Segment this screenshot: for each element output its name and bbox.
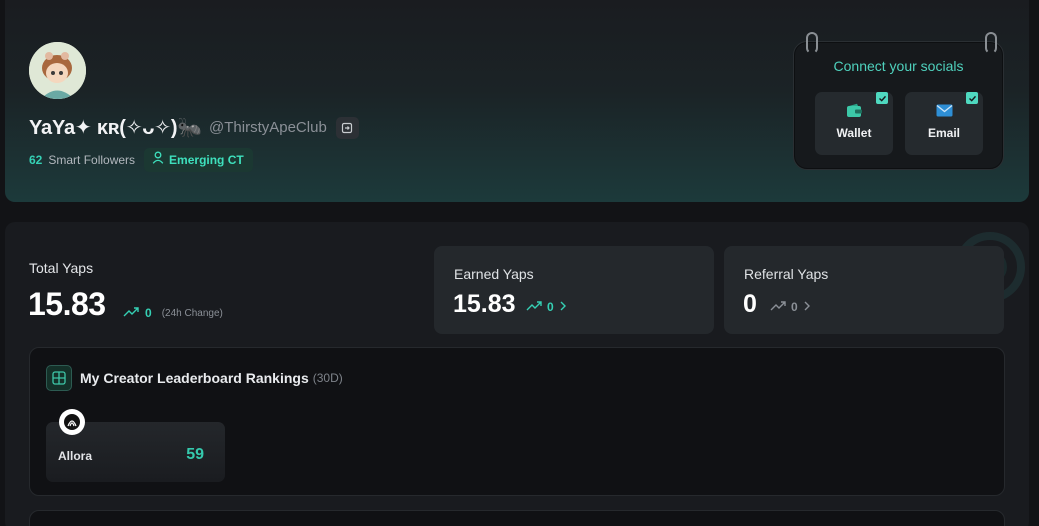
yaps-panel: Total Yaps 15.83 0 (24h Change) Earned Y… — [5, 222, 1029, 526]
trend-up-icon — [123, 304, 139, 322]
earned-yaps-value: 15.83 — [453, 290, 516, 318]
referral-yaps-value: 0 — [743, 290, 757, 318]
referral-yaps-label: Referral Yaps — [744, 266, 829, 282]
chevron-right-icon[interactable] — [803, 298, 811, 316]
socials-title: Connect your socials — [833, 58, 964, 74]
referral-change-value: 0 — [791, 300, 798, 314]
name-row: YaYa✦ ᴋʀ(✧ᴗ✧)🐜 @ThirstyApeClub — [29, 115, 359, 140]
ring-decoration — [806, 32, 818, 54]
change-value: 0 — [145, 306, 152, 320]
referral-yaps-change: 0 — [770, 298, 811, 316]
leaderboard-rankings-panel: My Creator Leaderboard Rankings (30D) Al… — [29, 347, 1005, 496]
chevron-right-icon[interactable] — [559, 298, 567, 316]
wallet-label: Wallet — [836, 126, 872, 140]
referral-yaps-card[interactable]: Referral Yaps 0 0 — [724, 246, 1004, 334]
rankings-header: My Creator Leaderboard Rankings (30D) — [46, 365, 343, 391]
wallet-icon — [846, 102, 863, 118]
badge-label: Emerging CT — [169, 153, 244, 167]
ranking-score: 59 — [186, 446, 204, 463]
total-yaps-label: Total Yaps — [29, 260, 94, 276]
rankings-title: My Creator Leaderboard Rankings — [80, 370, 309, 386]
allora-logo — [59, 409, 85, 435]
person-icon — [152, 151, 164, 169]
change-note: (24h Change) — [161, 307, 223, 319]
earned-yaps-change: 0 — [526, 298, 567, 316]
email-label: Email — [927, 126, 960, 140]
layout-grid-icon — [46, 365, 72, 391]
next-section-panel — [29, 510, 1005, 526]
display-name: YaYa✦ ᴋʀ(✧ᴗ✧)🐜 — [29, 117, 203, 139]
earned-yaps-card[interactable]: Earned Yaps 15.83 0 — [434, 246, 714, 334]
ranking-card-allora[interactable]: Allora 59 — [46, 409, 225, 482]
smart-followers-count: 62 — [29, 153, 43, 167]
stats-row: 62 Smart Followers Emerging CT — [29, 148, 253, 172]
smart-followers-label: Smart Followers — [48, 153, 136, 167]
mail-icon — [936, 102, 953, 118]
rankings-period: (30D) — [312, 371, 343, 385]
email-button[interactable]: Email — [905, 92, 983, 155]
handle[interactable]: @ThirstyApeClub — [209, 119, 327, 136]
emerging-ct-badge: Emerging CT — [144, 148, 253, 172]
trend-up-icon — [526, 298, 542, 316]
check-icon — [876, 92, 888, 104]
exit-icon[interactable] — [335, 116, 359, 139]
wallet-button[interactable]: Wallet — [815, 92, 893, 155]
avatar[interactable] — [29, 42, 86, 99]
profile-card: YaYa✦ ᴋʀ(✧ᴗ✧)🐜 @ThirstyApeClub 62 Smart … — [5, 0, 1029, 202]
connect-socials-card: Connect your socials Wallet Email — [793, 32, 1004, 170]
earned-change-value: 0 — [547, 300, 554, 314]
total-yaps-value: 15.83 — [28, 286, 106, 322]
check-icon — [966, 92, 978, 104]
ring-decoration — [985, 32, 997, 54]
ranking-name: Allora — [58, 449, 93, 463]
total-yaps-change: 0 (24h Change) — [123, 304, 223, 322]
earned-yaps-label: Earned Yaps — [454, 266, 534, 282]
trend-up-icon — [770, 298, 786, 316]
